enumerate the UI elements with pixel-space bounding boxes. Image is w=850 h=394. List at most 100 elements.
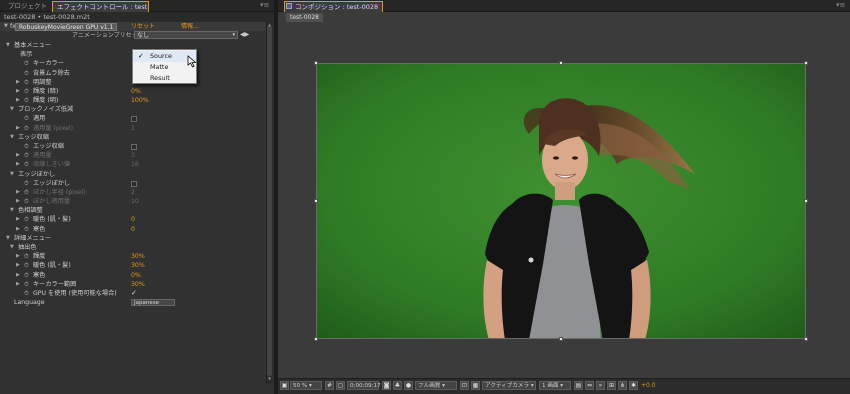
param-row[interactable]: Language Japanese <box>0 298 268 307</box>
show-snapshot-icon[interactable]: ♣ <box>393 381 402 390</box>
resolution-select[interactable]: フル画質 ▾ <box>415 381 457 390</box>
param-row[interactable]: ▶ ⏱ ぼかし適用量 10 <box>0 197 268 206</box>
stopwatch-icon[interactable]: ⏱ <box>24 142 29 151</box>
twirl-open-icon[interactable]: ▼ <box>6 234 10 243</box>
twirl-open-icon[interactable]: ▼ <box>6 41 10 50</box>
stopwatch-icon[interactable]: ⏱ <box>24 225 29 234</box>
flowchart-icon[interactable]: ⋔ <box>618 381 627 390</box>
param-value[interactable]: 3 <box>131 151 135 160</box>
stopwatch-icon[interactable]: ⏱ <box>24 59 29 68</box>
gpu-checkbox[interactable]: ✓ <box>131 289 137 298</box>
video-frame[interactable] <box>316 63 806 339</box>
twirl-open-icon[interactable]: ▼ <box>10 170 14 179</box>
dropdown-option-result[interactable]: Result <box>133 73 196 84</box>
param-checkbox[interactable] <box>131 180 137 187</box>
stopwatch-icon[interactable]: ⏱ <box>24 280 29 289</box>
stopwatch-icon[interactable]: ⏱ <box>24 215 29 224</box>
param-value[interactable]: 30% <box>131 261 145 270</box>
stopwatch-icon[interactable]: ⏱ <box>24 114 29 123</box>
preset-nav-arrows-icon[interactable]: ◀▶ <box>240 31 249 38</box>
param-row[interactable]: ▶ ⏱ 適用量 (pixel) 1 <box>0 124 268 133</box>
param-value[interactable]: 0% <box>131 87 141 96</box>
param-row[interactable]: ▶ ⏱ 適用量 3 <box>0 151 268 160</box>
twirl-open-icon[interactable]: ▼ <box>10 243 14 252</box>
twirl-closed-icon[interactable]: ▶ <box>16 271 20 280</box>
timeline-icon[interactable]: ⊞ <box>607 381 616 390</box>
param-row[interactable]: ▶ ⏱ 収縮しきい値 16 <box>0 160 268 169</box>
twirl-closed-icon[interactable]: ▶ <box>16 78 20 87</box>
twirl-closed-icon[interactable]: ▶ <box>16 197 20 206</box>
language-select[interactable]: Japanese <box>131 299 175 307</box>
effect-twirl-icon[interactable]: ▼ <box>4 22 8 31</box>
param-value[interactable]: 30% <box>131 280 145 289</box>
transform-handle[interactable] <box>559 337 563 341</box>
stopwatch-icon[interactable]: ⏱ <box>24 78 29 87</box>
stopwatch-icon[interactable]: ⏱ <box>24 261 29 270</box>
param-row[interactable]: ▼ 抽出色 <box>0 243 268 252</box>
param-row[interactable]: ▼ エッジ収縮 <box>0 133 268 142</box>
transform-handle[interactable] <box>804 61 808 65</box>
param-row[interactable]: ▼ エッジぼかし <box>0 170 268 179</box>
scroll-down-icon[interactable]: ▼ <box>266 376 273 382</box>
twirl-closed-icon[interactable]: ▶ <box>16 96 20 105</box>
param-row[interactable]: ⏱ GPU を使用 (使用可能な場合) ✓ <box>0 289 268 298</box>
tab-effect-controls[interactable]: エフェクトコントロール : test-0028.m2t <box>52 1 149 12</box>
toggle-pixel-aspect-icon[interactable]: ⇔ <box>585 381 594 390</box>
transform-handle[interactable] <box>559 61 563 65</box>
camera-select[interactable]: アクティブカメラ ▾ <box>482 381 536 390</box>
about-button[interactable]: 情報... <box>181 23 199 31</box>
param-value[interactable]: 0 <box>131 215 135 224</box>
transparency-grid-icon[interactable]: ▦ <box>471 381 480 390</box>
channel-icon[interactable]: ● <box>404 381 413 390</box>
transform-handle[interactable] <box>314 337 318 341</box>
grid-icon[interactable]: # <box>325 381 334 390</box>
param-row[interactable]: ▼ 詳細メニュー <box>0 234 268 243</box>
param-value[interactable]: 100% <box>131 96 149 105</box>
param-row[interactable]: ⏱ 適用 <box>0 114 268 123</box>
param-row[interactable]: ▶ ⏱ キーカラー範囲 30% <box>0 280 268 289</box>
transform-handle[interactable] <box>314 61 318 65</box>
param-row[interactable]: ▶ ⏱ 寒色 0% <box>0 271 268 280</box>
stopwatch-icon[interactable]: ⏱ <box>24 271 29 280</box>
reset-button[interactable]: リセット <box>131 23 155 31</box>
param-value[interactable]: 2 <box>131 188 135 197</box>
param-value[interactable]: 0% <box>131 271 141 280</box>
scroll-up-icon[interactable]: ▲ <box>266 22 273 28</box>
twirl-open-icon[interactable]: ▼ <box>10 133 14 142</box>
stopwatch-icon[interactable]: ⏱ <box>24 179 29 188</box>
camera-snapshot-icon[interactable]: ◙ <box>382 381 391 390</box>
always-preview-icon[interactable]: ▣ <box>280 381 289 390</box>
param-row[interactable]: ▶ ⏱ 暖色 (肌・髪) 0 <box>0 215 268 224</box>
composition-subtab[interactable]: test-0028 <box>286 13 323 22</box>
twirl-closed-icon[interactable]: ▶ <box>16 225 20 234</box>
param-checkbox[interactable] <box>131 143 137 150</box>
twirl-closed-icon[interactable]: ▶ <box>16 160 20 169</box>
exposure-value[interactable]: +0.0 <box>641 381 656 390</box>
stopwatch-icon[interactable]: ⏱ <box>24 87 29 96</box>
param-row[interactable]: ⏱ エッジ収縮 <box>0 142 268 151</box>
param-row[interactable]: ▶ ⏱ 寒色 0 <box>0 225 268 234</box>
param-value[interactable]: 1 <box>131 124 135 133</box>
param-row[interactable]: ▶ ⏱ 輝度 (暗) 0% <box>0 87 268 96</box>
tab-project[interactable]: プロジェクト <box>4 1 51 12</box>
twirl-closed-icon[interactable]: ▶ <box>16 124 20 133</box>
stopwatch-icon[interactable]: ⏱ <box>24 160 29 169</box>
stopwatch-icon[interactable]: ⏱ <box>24 197 29 206</box>
exposure-reset-icon[interactable]: ✱ <box>629 381 638 390</box>
stopwatch-icon[interactable]: ⏱ <box>24 289 29 298</box>
timecode-display[interactable]: 0;00;09;17 <box>347 381 381 390</box>
fast-preview-icon[interactable]: » <box>596 381 605 390</box>
param-value[interactable]: 30% <box>131 252 145 261</box>
param-row[interactable]: ▶ ⏱ 暖色 (肌・髪) 30% <box>0 261 268 270</box>
param-value[interactable]: 10 <box>131 197 139 206</box>
layout-icon[interactable]: ▤ <box>574 381 583 390</box>
stopwatch-icon[interactable]: ⏱ <box>24 96 29 105</box>
panel-menu-icon[interactable]: ▾≡ <box>260 1 269 9</box>
views-select[interactable]: 1 画面 ▾ <box>539 381 571 390</box>
param-row[interactable]: ⏱ エッジぼかし <box>0 179 268 188</box>
stopwatch-icon[interactable]: ⏱ <box>24 151 29 160</box>
param-value[interactable]: 16 <box>131 160 139 169</box>
left-scrollbar-thumb[interactable] <box>267 26 272 376</box>
animation-preset-select[interactable]: なし ▾ <box>134 31 238 39</box>
stopwatch-icon[interactable]: ⏱ <box>24 188 29 197</box>
